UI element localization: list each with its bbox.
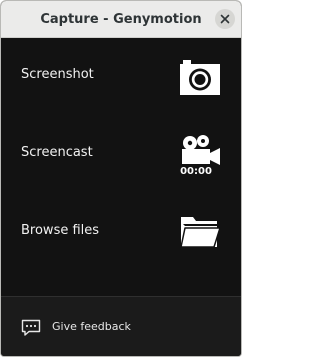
capture-actions-panel: Screenshot Screencast 00:00 Browse files xyxy=(1,38,241,296)
give-feedback-button[interactable]: Give feedback xyxy=(1,296,241,356)
folder-icon xyxy=(180,217,221,248)
browse-files-button[interactable]: Browse files xyxy=(1,201,241,261)
screenshot-button[interactable]: Screenshot xyxy=(1,45,241,105)
title-bar: Capture - Genymotion xyxy=(1,1,241,38)
give-feedback-label: Give feedback xyxy=(52,320,131,333)
screencast-label: Screencast xyxy=(21,145,93,160)
screencast-timer: 00:00 xyxy=(180,166,212,175)
capture-window: Capture - Genymotion Screenshot Screenca… xyxy=(0,0,242,357)
camera-icon xyxy=(180,60,220,95)
window-title: Capture - Genymotion xyxy=(40,12,202,27)
browse-files-label: Browse files xyxy=(21,223,100,238)
feedback-icon xyxy=(21,319,41,336)
screencast-button[interactable]: Screencast 00:00 xyxy=(1,123,241,183)
close-icon xyxy=(220,14,230,24)
close-button[interactable] xyxy=(215,9,235,29)
video-camera-icon: 00:00 xyxy=(180,135,220,175)
screenshot-label: Screenshot xyxy=(21,67,94,82)
